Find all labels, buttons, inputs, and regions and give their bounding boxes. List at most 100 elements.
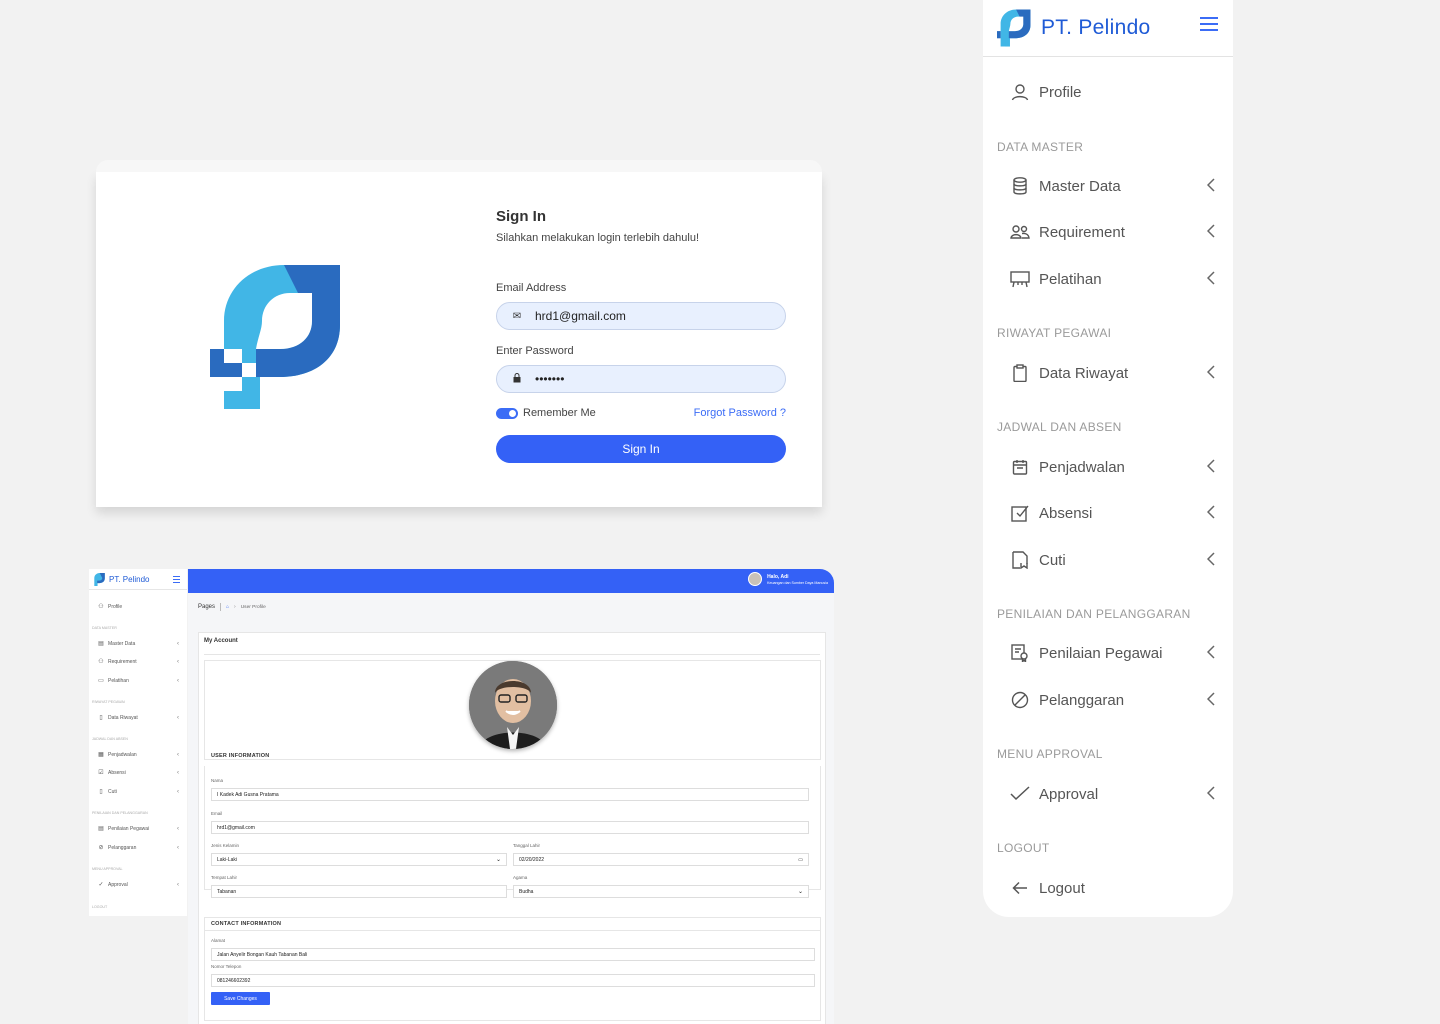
pelindo-logo bbox=[210, 265, 340, 409]
sidebar-item-pelanggaran[interactable]: Pelanggaran bbox=[1009, 687, 1215, 713]
profile-photo[interactable] bbox=[469, 661, 557, 749]
sidebar-item-label: Cuti bbox=[1039, 551, 1066, 569]
avatar[interactable] bbox=[748, 572, 763, 586]
sidebar: PT. Pelindo Profile DATA MASTER Master D… bbox=[983, 0, 1233, 917]
mini-item-pelatihan[interactable]: ▭ Pelatihan ‹ bbox=[97, 677, 179, 685]
email-field[interactable]: ✉ hrd1@gmail.com bbox=[496, 302, 786, 330]
dob-label: Tanggal Lahir bbox=[513, 843, 541, 848]
nama-label: Nama bbox=[211, 778, 224, 783]
dob-value: 02/20/2022 bbox=[519, 856, 545, 863]
mini-item-master-data[interactable]: ▤ Master Data ‹ bbox=[97, 640, 179, 648]
remember-toggle[interactable] bbox=[496, 407, 518, 419]
section-menu-approval: MENU APPROVAL bbox=[997, 747, 1103, 761]
chevron-left-icon: ‹ bbox=[177, 751, 179, 758]
sidebar-item-label: Requirement bbox=[1039, 223, 1125, 241]
sidebar-item-logout[interactable]: Logout bbox=[1009, 875, 1215, 901]
mini-item-data-riwayat[interactable]: ▯ Data Riwayat ‹ bbox=[97, 714, 179, 722]
mini-item-label: Penilaian Pegawai bbox=[108, 825, 150, 832]
users-icon: ⚇ bbox=[98, 659, 104, 665]
sidebar-item-absensi[interactable]: Absensi bbox=[1009, 500, 1215, 526]
phone-label: Nomor Telepon bbox=[211, 964, 242, 969]
mini-item-label: Cuti bbox=[108, 788, 117, 795]
certificate-icon bbox=[1009, 643, 1031, 663]
sidebar-item-master-data[interactable]: Master Data bbox=[1009, 173, 1215, 199]
chevron-down-icon: ⌄ bbox=[495, 857, 501, 863]
address-input[interactable]: Jalan Anyelir Bongan Kauh Tabanan Bali bbox=[211, 948, 815, 961]
hamburger-icon[interactable] bbox=[1200, 17, 1218, 35]
remember-me[interactable]: Remember Me bbox=[496, 407, 596, 419]
calendar-icon[interactable]: ▭ bbox=[798, 857, 803, 863]
religion-value: Budha bbox=[519, 888, 534, 895]
sidebar-item-pelatihan[interactable]: Pelatihan bbox=[1009, 266, 1215, 292]
user-icon bbox=[1009, 82, 1031, 102]
gender-label: Jenis Kelamin bbox=[211, 843, 240, 848]
phone-input[interactable]: 081246602392 bbox=[211, 974, 815, 987]
pelindo-logo-icon bbox=[997, 9, 1031, 47]
users-icon bbox=[1009, 222, 1031, 242]
sidebar-brand: PT. Pelindo bbox=[1041, 16, 1151, 39]
sign-in-button[interactable]: Sign In bbox=[496, 435, 786, 463]
email-input[interactable]: hrd1@gmail.com bbox=[211, 821, 809, 834]
sidebar-item-requirement[interactable]: Requirement bbox=[1009, 219, 1215, 245]
sidebar-item-label: Penjadwalan bbox=[1039, 458, 1125, 476]
sidebar-item-approval[interactable]: Approval bbox=[1009, 781, 1215, 807]
sidebar-item-label: Approval bbox=[1039, 785, 1099, 803]
mini-item-absensi[interactable]: ☑ Absensi ‹ bbox=[97, 769, 179, 777]
certificate-icon: ▤ bbox=[98, 826, 104, 832]
pelindo-logo-icon bbox=[94, 573, 105, 586]
chevron-left-icon: ‹ bbox=[177, 714, 179, 721]
mini-item-profile[interactable]: ⚇ Profile bbox=[97, 603, 179, 611]
mini-topbar: Halo, Adi Keuangan dan Sumber Daya Manus… bbox=[188, 569, 834, 593]
section-penilaian-dan-pelanggaran: PENILAIAN DAN PELANGGARAN bbox=[997, 607, 1191, 621]
chevron-left-icon bbox=[1207, 692, 1215, 706]
user-info-card: USER INFORMATION bbox=[204, 660, 821, 760]
forgot-password-link[interactable]: Forgot Password ? bbox=[694, 407, 786, 419]
pob-label: Tempat Lahir bbox=[211, 875, 238, 880]
sidebar-item-data-riwayat[interactable]: Data Riwayat bbox=[1009, 360, 1215, 386]
arrow-left-icon bbox=[1009, 878, 1031, 898]
section-data-master: DATA MASTER bbox=[997, 140, 1084, 154]
account-title: My Account bbox=[204, 638, 238, 644]
mini-item-label: Absensi bbox=[108, 769, 126, 776]
mini-item-approval[interactable]: ✓ Approval ‹ bbox=[97, 881, 179, 889]
sidebar-item-label: Master Data bbox=[1039, 177, 1121, 195]
nama-input[interactable]: I Kadek Adi Gusna Pratama bbox=[211, 788, 809, 801]
sidebar-item-penilaian-pegawai[interactable]: Penilaian Pegawai bbox=[1009, 640, 1215, 666]
mini-item-label: Data Riwayat bbox=[108, 714, 138, 721]
user-menu[interactable]: Halo, Adi Keuangan dan Sumber Daya Manus… bbox=[748, 572, 828, 586]
mini-item-requirement[interactable]: ⚇ Requirement ‹ bbox=[97, 658, 179, 666]
save-changes-button[interactable]: Save Changes bbox=[211, 992, 270, 1005]
sidebar-item-label: Logout bbox=[1039, 879, 1085, 897]
mini-item-cuti[interactable]: ▯ Cuti ‹ bbox=[97, 788, 179, 796]
mini-item-label: Requirement bbox=[108, 658, 137, 665]
mini-item-penjadwalan[interactable]: ▦ Penjadwalan ‹ bbox=[97, 751, 179, 759]
ban-icon bbox=[1009, 690, 1031, 710]
gender-select[interactable]: Laki-Laki ⌄ bbox=[211, 853, 507, 866]
sidebar-item-penjadwalan[interactable]: Penjadwalan bbox=[1009, 454, 1215, 480]
chevron-left-icon bbox=[1207, 505, 1215, 519]
mini-hamburger-icon[interactable] bbox=[173, 576, 180, 583]
pob-input[interactable]: Tabanan bbox=[211, 885, 507, 898]
mini-item-label: Profile bbox=[108, 603, 123, 610]
mini-item-label: Pelanggaran bbox=[108, 844, 137, 851]
mini-item-penilaian-pegawai[interactable]: ▤ Penilaian Pegawai ‹ bbox=[97, 825, 179, 833]
clipboard-icon: ▯ bbox=[99, 715, 103, 721]
dob-input[interactable]: 02/20/2022 ▭ bbox=[513, 853, 809, 866]
password-value: ••••••• bbox=[535, 372, 565, 386]
user-info-title: USER INFORMATION bbox=[211, 753, 270, 759]
mini-main: Pages ⌂ › User Profile My Account USER I… bbox=[188, 593, 834, 1024]
presentation-icon: ▭ bbox=[98, 678, 104, 684]
login-form: Sign In Silahkan melakukan login terlebi… bbox=[496, 208, 786, 463]
account-card: My Account USER INFORMATION Nama I Kadek… bbox=[198, 632, 826, 1024]
sidebar-item-cuti[interactable]: Cuti bbox=[1009, 547, 1215, 573]
document-icon bbox=[1009, 550, 1031, 570]
mini-section: LOGOUT bbox=[92, 905, 108, 909]
religion-select[interactable]: Budha ⌄ bbox=[513, 885, 809, 898]
breadcrumb-root[interactable]: Pages bbox=[198, 604, 215, 610]
sidebar-item-profile[interactable]: Profile bbox=[1009, 79, 1215, 105]
mini-item-label: Pelatihan bbox=[108, 677, 129, 684]
password-field[interactable]: ••••••• bbox=[496, 365, 786, 393]
home-icon[interactable]: ⌂ bbox=[226, 604, 229, 610]
mini-item-pelanggaran[interactable]: ⊘ Pelanggaran ‹ bbox=[97, 844, 179, 852]
mini-brand: PT. Pelindo bbox=[109, 575, 150, 584]
